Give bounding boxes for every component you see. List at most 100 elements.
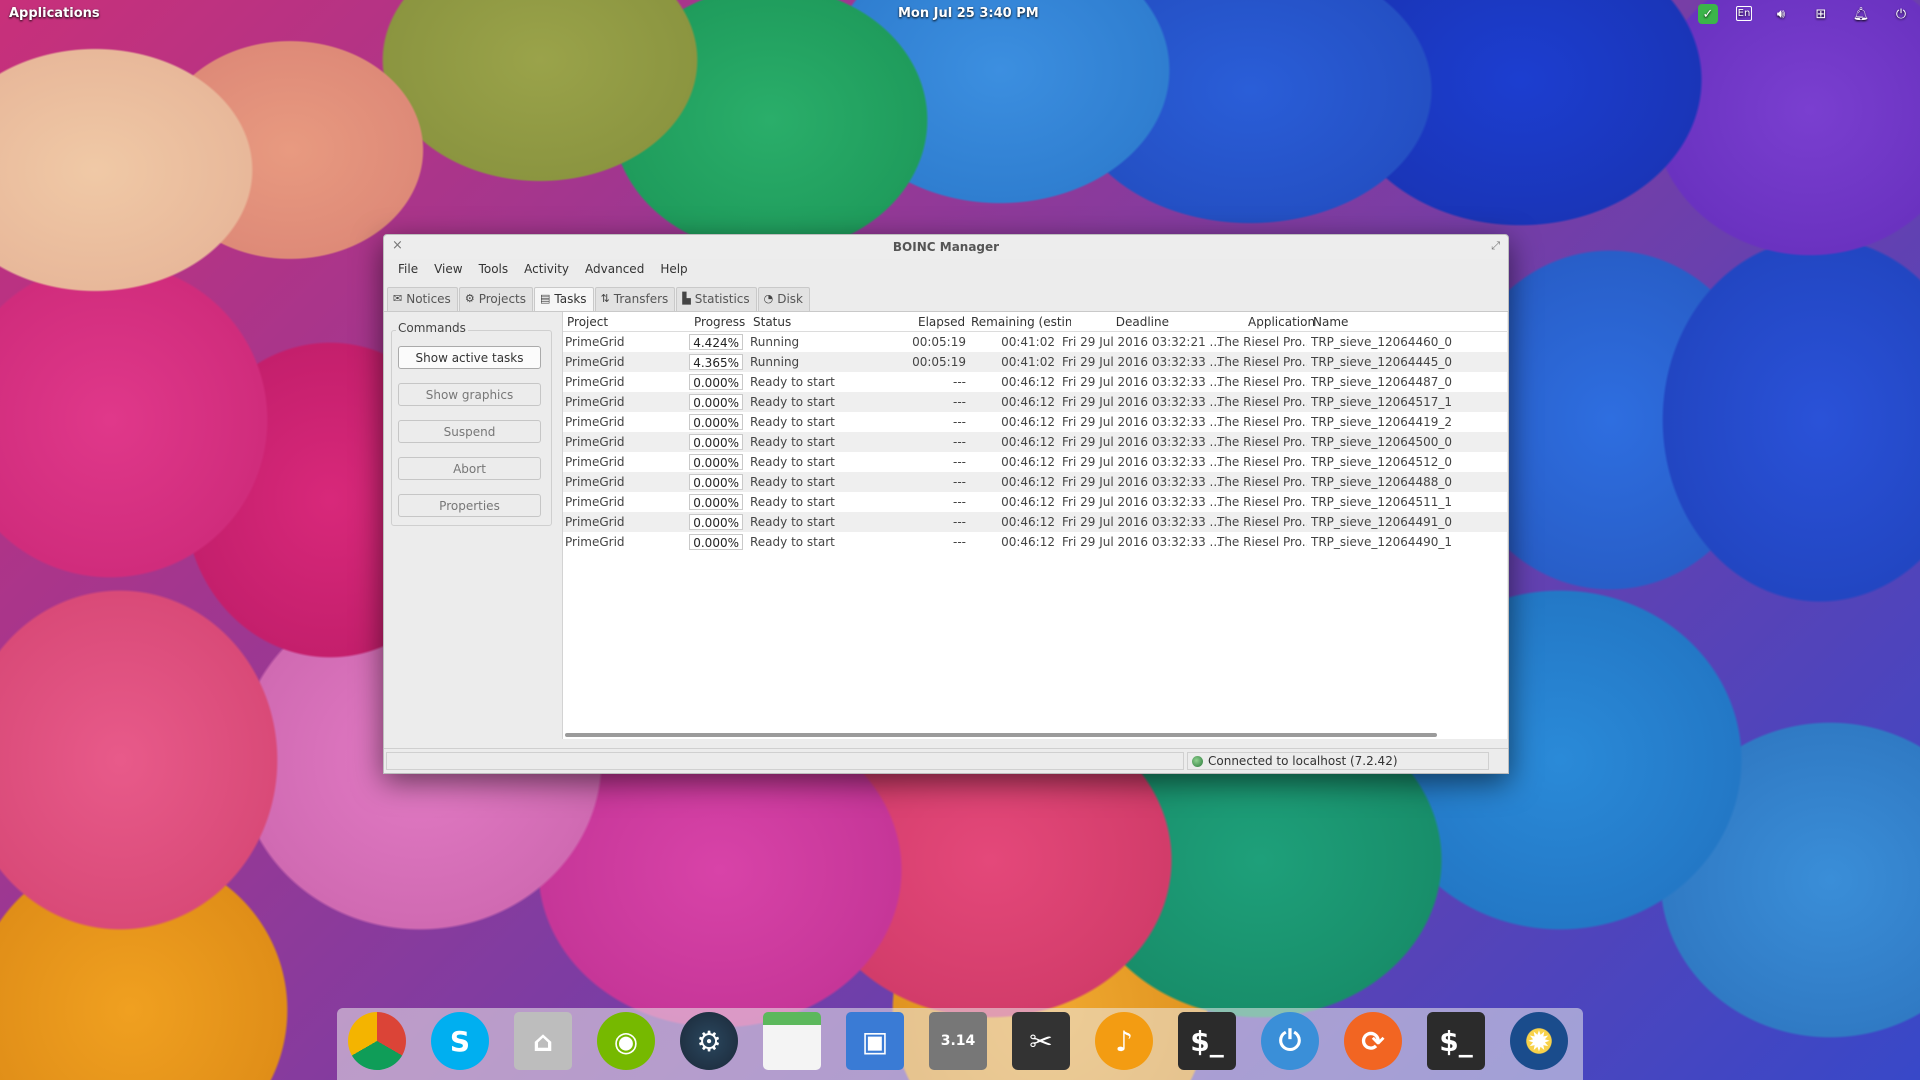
table-row[interactable]: PrimeGrid Ready to start --- 00:46:12 Fri 29… <box>563 412 1507 432</box>
menu-file[interactable]: File <box>390 259 426 281</box>
cell-deadline: Fri 29 Jul 2016 03:32:33 ... <box>1062 455 1221 469</box>
nvidia-icon[interactable]: ◉ <box>595 1010 657 1072</box>
tab-tasks[interactable]: ▤ Tasks <box>534 287 594 311</box>
table-row[interactable]: PrimeGrid Ready to start --- 00:46:12 Fri 29… <box>563 512 1507 532</box>
table-row[interactable]: PrimeGrid Ready to start --- 00:46:12 Fri 29… <box>563 492 1507 512</box>
volume-icon[interactable]: 🔊︎ <box>1770 4 1792 24</box>
tab-label: Tasks <box>554 292 587 306</box>
menu-help[interactable]: Help <box>652 259 695 281</box>
cell-remaining: 00:46:12 <box>1001 475 1055 489</box>
chrome-icon[interactable] <box>346 1010 408 1072</box>
boinc-status-check-icon[interactable]: ✓ <box>1698 4 1718 24</box>
cell-status: Ready to start <box>750 415 835 429</box>
show-graphics-button[interactable]: Show graphics <box>398 383 541 406</box>
commands-label: Commands <box>396 321 468 335</box>
tab-statistics[interactable]: ▙ Statistics <box>676 287 757 311</box>
calendar-icon[interactable] <box>761 1010 823 1072</box>
table-row[interactable]: PrimeGrid Ready to start --- 00:46:12 Fri 29… <box>563 372 1507 392</box>
horizontal-scrollbar[interactable] <box>565 733 1437 737</box>
image-viewer-icon-tile: ▣ <box>846 1012 904 1070</box>
cell-project: PrimeGrid <box>565 455 625 469</box>
table-row[interactable]: PrimeGrid Ready to start --- 00:46:12 Fri 29… <box>563 532 1507 552</box>
tab-bar: ✉ Notices ⚙ Projects ▤ Tasks ⇅ Transfers ▙ St… <box>384 287 811 311</box>
switchboard-icon[interactable]: ⏻ <box>1259 1010 1321 1072</box>
applications-menu-button[interactable]: Applications <box>9 6 100 21</box>
update-icon-tile: ⟳ <box>1344 1012 1402 1070</box>
cell-project: PrimeGrid <box>565 495 625 509</box>
table-row[interactable]: PrimeGrid Running 00:05:19 00:41:02 Fri 29 J… <box>563 352 1507 372</box>
column-header-name[interactable]: Name <box>1313 315 1348 329</box>
nvidia-icon-tile: ◉ <box>597 1012 655 1070</box>
menu-activity[interactable]: Activity <box>516 259 577 281</box>
cell-elapsed: 00:05:19 <box>912 335 966 349</box>
terminal-icon-2[interactable]: $_ <box>1425 1010 1487 1072</box>
cell-status: Ready to start <box>750 375 835 389</box>
menu-tools[interactable]: Tools <box>471 259 517 281</box>
cell-elapsed: --- <box>953 455 966 469</box>
tab-projects[interactable]: ⚙ Projects <box>458 287 533 311</box>
tab-notices[interactable]: ✉ Notices <box>387 287 458 311</box>
column-header-status[interactable]: Status <box>753 315 791 329</box>
terminal-icon[interactable]: $_ <box>1176 1010 1238 1072</box>
steam-icon[interactable]: ⚙ <box>678 1010 740 1072</box>
tab-transfers[interactable]: ⇅ Transfers <box>594 287 676 311</box>
keyboard-layout-indicator[interactable]: En <box>1736 6 1752 21</box>
home-folder-icon-tile: ⌂ <box>514 1012 572 1070</box>
cell-project: PrimeGrid <box>565 395 625 409</box>
power-icon[interactable]: ⏻ <box>1890 4 1912 24</box>
properties-button[interactable]: Properties <box>398 494 541 517</box>
cell-status: Ready to start <box>750 535 835 549</box>
show-active-tasks-button[interactable]: Show active tasks <box>398 346 541 369</box>
maximize-icon[interactable]: ⤢ <box>1491 239 1500 253</box>
skype-icon[interactable]: S <box>429 1010 491 1072</box>
cell-status: Ready to start <box>750 515 835 529</box>
notifications-bell-icon[interactable]: 🔔︎ <box>1850 4 1872 24</box>
home-folder-icon[interactable]: ⌂ <box>512 1010 574 1072</box>
suspend-button[interactable]: Suspend <box>398 420 541 443</box>
table-header: Project Progress Status Elapsed Remainin… <box>563 312 1507 332</box>
column-header-deadline[interactable]: Deadline <box>1103 315 1169 329</box>
column-header-progress[interactable]: Progress <box>694 315 745 329</box>
terminal-icon-2-tile: $_ <box>1427 1012 1485 1070</box>
table-row[interactable]: PrimeGrid Ready to start --- 00:46:12 Fri 29… <box>563 472 1507 492</box>
pie-icon: ◔ <box>763 292 774 305</box>
update-icon[interactable]: ⟳ <box>1342 1010 1404 1072</box>
cell-deadline: Fri 29 Jul 2016 03:32:21 ... <box>1062 335 1221 349</box>
cell-remaining: 00:46:12 <box>1001 515 1055 529</box>
cell-status: Ready to start <box>750 395 835 409</box>
cell-name: TRP_sieve_12064491_0 <box>1311 515 1453 529</box>
network-icon[interactable]: ⊞ <box>1810 4 1832 24</box>
column-header-application[interactable]: Application <box>1248 315 1315 329</box>
cell-application: The Riesel Pro... <box>1217 355 1307 369</box>
cell-elapsed: --- <box>953 495 966 509</box>
column-header-remaining[interactable]: Remaining (estim <box>971 315 1071 329</box>
table-row[interactable]: PrimeGrid Ready to start --- 00:46:12 Fri 29… <box>563 432 1507 452</box>
column-header-project[interactable]: Project <box>567 315 608 329</box>
cell-project: PrimeGrid <box>565 335 625 349</box>
cell-elapsed: --- <box>953 475 966 489</box>
clock[interactable]: Mon Jul 25 3:40 PM <box>898 6 1039 21</box>
menu-advanced[interactable]: Advanced <box>577 259 652 281</box>
image-viewer-icon[interactable]: ▣ <box>844 1010 906 1072</box>
cell-application: The Riesel Pro... <box>1217 475 1307 489</box>
cell-elapsed: --- <box>953 535 966 549</box>
screenshot-icon[interactable]: ✂ <box>1010 1010 1072 1072</box>
cell-deadline: Fri 29 Jul 2016 03:32:33 ... <box>1062 435 1221 449</box>
cell-name: TRP_sieve_12064517_1 <box>1311 395 1453 409</box>
cell-name: TRP_sieve_12064511_1 <box>1311 495 1453 509</box>
cell-elapsed: --- <box>953 415 966 429</box>
table-row[interactable]: PrimeGrid Running 00:05:19 00:41:02 Fri 29 J… <box>563 332 1507 352</box>
cell-application: The Riesel Pro... <box>1217 435 1307 449</box>
table-row[interactable]: PrimeGrid Ready to start --- 00:46:12 Fri 29… <box>563 392 1507 412</box>
window-titlebar[interactable]: × BOINC Manager ⤢ <box>384 235 1508 259</box>
menu-view[interactable]: View <box>426 259 470 281</box>
abort-button[interactable]: Abort <box>398 457 541 480</box>
music-icon[interactable]: ♪ <box>1093 1010 1155 1072</box>
tab-disk[interactable]: ◔ Disk <box>757 287 811 311</box>
table-row[interactable]: PrimeGrid Ready to start --- 00:46:12 Fri 29… <box>563 452 1507 472</box>
column-header-elapsed[interactable]: Elapsed <box>918 315 964 329</box>
cell-progress: 0.000% <box>689 534 743 550</box>
calculator-icon[interactable]: 3.14 <box>927 1010 989 1072</box>
cell-deadline: Fri 29 Jul 2016 03:32:33 ... <box>1062 395 1221 409</box>
boinc-icon[interactable]: ✹ <box>1508 1010 1570 1072</box>
